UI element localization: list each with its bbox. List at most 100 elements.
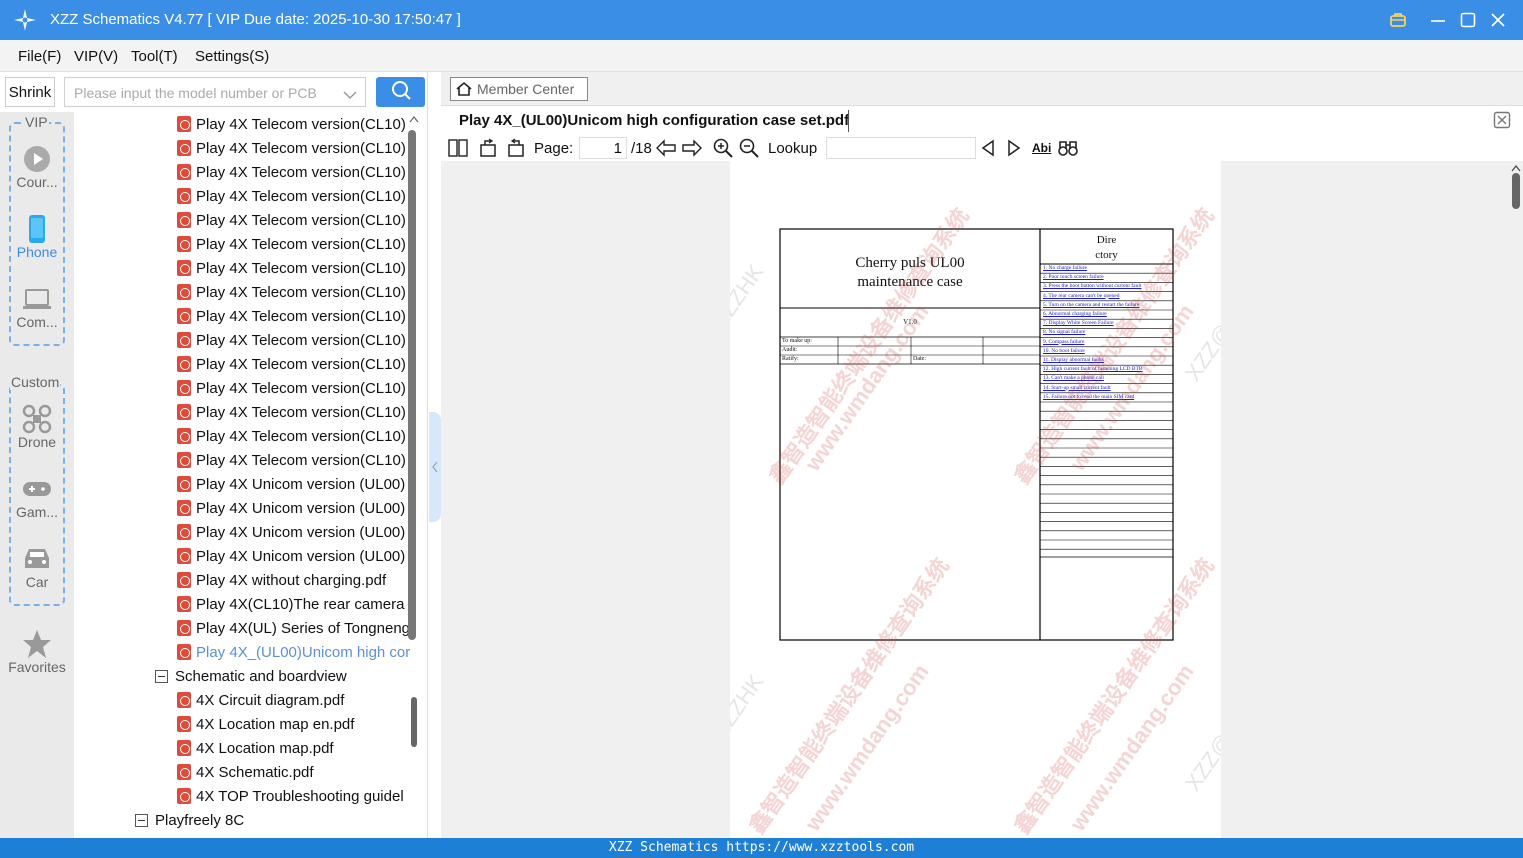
- toc-entry[interactable]: 10. No boot failure: [1043, 347, 1085, 356]
- tree-scrollbar[interactable]: [408, 112, 420, 838]
- toc-entry[interactable]: 6. Abnormal charging failure: [1043, 310, 1107, 319]
- tree-file-item[interactable]: Play 4X(UL) Series of Tongneng: [177, 616, 410, 640]
- find-prev-icon[interactable]: [981, 138, 995, 158]
- pdf-file-icon: [177, 188, 191, 204]
- menu-tool[interactable]: Tool(T): [131, 48, 178, 65]
- pdf-file-icon: [177, 356, 191, 372]
- tree-file-item[interactable]: Play 4X Telecom version(CL10) I: [177, 136, 410, 160]
- lookup-label: Lookup: [768, 140, 818, 157]
- tree-file-item[interactable]: Play 4X Telecom version(CL10) T: [177, 328, 410, 352]
- tree-file-item[interactable]: Play 4X without charging.pdf: [177, 568, 410, 592]
- pdf-page: Cherry puls UL00 maintenance case V1.0 T…: [730, 161, 1221, 838]
- zoom-in-icon[interactable]: [713, 138, 733, 158]
- page-number-input[interactable]: 1: [579, 137, 627, 159]
- tree-item-label: Play 4X Telecom version(CL10) T: [196, 259, 410, 277]
- document-tab[interactable]: Play 4X_(UL00)Unicom high configuration …: [459, 112, 849, 129]
- tree-file-item[interactable]: Play 4X Telecom version(CL10) V: [177, 424, 410, 448]
- category-favorites[interactable]: Favorites: [0, 629, 74, 675]
- pdf-file-icon: [177, 788, 191, 804]
- category-game[interactable]: Gam...: [0, 474, 74, 520]
- collapse-icon[interactable]: [135, 813, 148, 827]
- tree-file-item[interactable]: Play 4X Unicom version (UL00) U: [177, 520, 410, 544]
- tree-file-item[interactable]: Play 4X Telecom version(CL10) U: [177, 376, 410, 400]
- tree-file-item[interactable]: Play 4X Unicom version (UL00) U: [177, 496, 410, 520]
- model-search-input[interactable]: Please input the model number or PCB: [64, 77, 366, 107]
- tree-file-item[interactable]: Play 4X Telecom version(CL10) S: [177, 208, 410, 232]
- find-next-icon[interactable]: [1007, 138, 1021, 158]
- tree-file-item[interactable]: 4X Schematic.pdf: [177, 760, 410, 784]
- tree-file-item[interactable]: Play 4X Telecom version(CL10) I: [177, 160, 410, 184]
- menu-file[interactable]: File(F): [18, 48, 61, 65]
- tree-item-label: Play 4X Telecom version(CL10) V: [196, 451, 410, 469]
- tree-file-item[interactable]: 4X Location map.pdf: [177, 736, 410, 760]
- menu-settings[interactable]: Settings(S): [195, 48, 269, 65]
- prev-page-arrow-icon[interactable]: [656, 138, 676, 158]
- close-button[interactable]: [1486, 8, 1510, 32]
- search-button[interactable]: [376, 77, 425, 107]
- collapse-icon[interactable]: [155, 669, 168, 683]
- category-computer[interactable]: Com...: [0, 284, 74, 330]
- category-car[interactable]: Car: [0, 544, 74, 590]
- page-total: /18: [631, 140, 652, 157]
- collapse-panel-handle[interactable]: [429, 412, 441, 522]
- tree-file-item[interactable]: Play 4X Unicom version (UL00) U: [177, 544, 410, 568]
- vip-bag-icon[interactable]: [1386, 8, 1410, 32]
- tree-file-item[interactable]: Play 4X Telecom version(CL10) S: [177, 232, 410, 256]
- lookup-input[interactable]: [826, 137, 976, 159]
- directory-line1: Dire: [1096, 234, 1117, 246]
- category-courses[interactable]: Cour...: [0, 144, 74, 190]
- match-case-icon[interactable]: Abi: [1032, 138, 1051, 158]
- shrink-button[interactable]: Shrink: [5, 77, 55, 107]
- tree-file-item[interactable]: Play 4X Telecom version(CL10) I: [177, 112, 410, 136]
- two-page-icon[interactable]: [448, 138, 468, 158]
- pdf-file-icon: [177, 164, 191, 180]
- category-drone[interactable]: Drone: [0, 404, 74, 450]
- tree-item-label: Play 4X Telecom version(CL10) T: [196, 307, 410, 325]
- document-tab-bar: Play 4X_(UL00)Unicom high configuration …: [441, 105, 1523, 135]
- tree-file-item[interactable]: Play 4X Telecom version(CL10) I: [177, 184, 410, 208]
- toc-entry[interactable]: 9. Compass failure: [1043, 338, 1084, 347]
- tree-file-item[interactable]: Play 4X Unicom version (UL00) T: [177, 472, 410, 496]
- tree-file-item[interactable]: Play 4X Telecom version(CL10) U: [177, 400, 410, 424]
- menu-vip[interactable]: VIP(V): [74, 48, 118, 65]
- tree-file-item[interactable]: Play 4X Telecom version(CL10) V: [177, 448, 410, 472]
- tree-folder-item[interactable]: Playfreely 8C: [135, 808, 410, 832]
- tree-file-item[interactable]: 4X Location map en.pdf: [177, 712, 410, 736]
- tree-file-item[interactable]: Play 4X_(UL00)Unicom high cor: [177, 640, 410, 664]
- minimize-button[interactable]: [1426, 8, 1450, 32]
- tree-folder-item[interactable]: Schematic and boardview: [155, 664, 410, 688]
- member-center-button[interactable]: Member Center: [450, 77, 588, 101]
- rotate-right-icon[interactable]: [505, 138, 525, 158]
- toc-entry[interactable]: 1. No charge failure: [1043, 264, 1087, 273]
- pdf-viewport[interactable]: Cherry puls UL00 maintenance case V1.0 T…: [441, 161, 1523, 838]
- tree-file-item[interactable]: Play 4X Telecom version(CL10) T: [177, 304, 410, 328]
- tree-file-item[interactable]: Play 4X(CL10)The rear camera o: [177, 592, 410, 616]
- tree-file-item[interactable]: 4X TOP Troubleshooting guidel: [177, 784, 410, 808]
- toc-entry[interactable]: 8. No signal failure: [1043, 328, 1085, 337]
- toc-entry[interactable]: 2. Poor touch screen failure: [1043, 273, 1104, 282]
- tree-file-item[interactable]: 4X Circuit diagram.pdf: [177, 688, 410, 712]
- tab-divider: [848, 110, 849, 132]
- member-center-label: Member Center: [477, 81, 575, 97]
- tree-item-label: Play 4X Telecom version(CL10) U: [196, 379, 410, 397]
- maximize-button[interactable]: [1456, 8, 1480, 32]
- tree-file-item[interactable]: Play 4X Telecom version(CL10) T: [177, 352, 410, 376]
- pdf-file-icon: [177, 308, 191, 324]
- next-page-arrow-icon[interactable]: [682, 138, 702, 158]
- viewer-scrollbar[interactable]: [1509, 161, 1523, 838]
- rotate-left-icon[interactable]: [479, 138, 499, 158]
- toc-entry[interactable]: 7. Display White Screen Failure: [1043, 319, 1114, 328]
- close-tab-icon[interactable]: [1493, 111, 1511, 134]
- category-phone[interactable]: Phone: [0, 214, 74, 260]
- chevron-down-icon[interactable]: [343, 87, 357, 105]
- toc-entry[interactable]: 4. The rear camera can't be opened: [1043, 292, 1119, 301]
- pdf-file-icon: [177, 740, 191, 756]
- tree-file-item[interactable]: Play 4X Telecom version(CL10) T: [177, 280, 410, 304]
- tree-item-label: 4X Location map en.pdf: [196, 715, 355, 733]
- window-title: XZZ Schematics V4.77 [ VIP Due date: 202…: [50, 11, 461, 28]
- zoom-out-icon[interactable]: [739, 138, 759, 158]
- toc-entry[interactable]: 3. Press the boot button without current…: [1043, 282, 1141, 291]
- pdf-file-icon: [177, 284, 191, 300]
- binoculars-icon[interactable]: [1058, 138, 1078, 158]
- tree-file-item[interactable]: Play 4X Telecom version(CL10) T: [177, 256, 410, 280]
